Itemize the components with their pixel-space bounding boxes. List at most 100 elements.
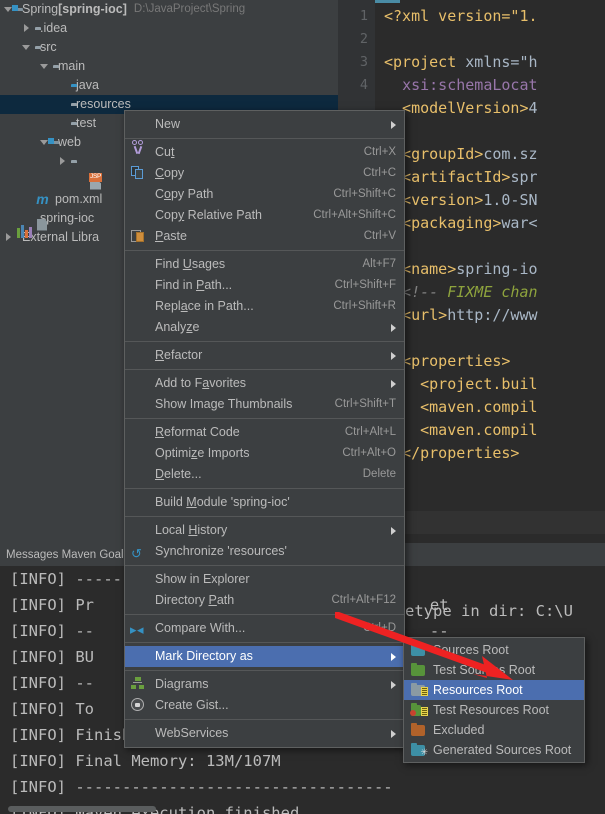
- menu-item-label: Show Image Thumbnails: [155, 397, 293, 411]
- menu-item-directory-path[interactable]: Directory Path Ctrl+Alt+F12: [125, 590, 404, 611]
- menu-item-label: Replace in Path...: [155, 299, 254, 313]
- expand-arrow-icon[interactable]: [4, 232, 15, 243]
- submenu-item-label: Resources Root: [433, 683, 523, 697]
- tree-item-label: .idea: [40, 21, 68, 35]
- tree-row[interactable]: java: [0, 76, 338, 95]
- menu-item-replace-in-path[interactable]: Replace in Path... Ctrl+Shift+R: [125, 296, 404, 317]
- menu-item-no-icon: [131, 278, 151, 294]
- resources-root-icon: [410, 683, 428, 697]
- mark-directory-as-submenu[interactable]: Sources Root Test Sources Root Resources R…: [403, 637, 585, 763]
- submenu-item-test-resources-root[interactable]: Test Resources Root: [404, 700, 584, 720]
- cut-icon: [131, 139, 151, 161]
- submenu-item-label: Test Resources Root: [433, 703, 550, 717]
- menu-item-no-icon: [131, 397, 151, 413]
- tree-item-label: java: [76, 78, 99, 92]
- code-token: <maven.compil: [384, 421, 538, 439]
- code-token: com.sz: [483, 145, 538, 163]
- expand-arrow-icon[interactable]: [22, 23, 33, 34]
- collapse-arrow-icon[interactable]: [40, 61, 51, 72]
- menu-item-build-module[interactable]: Build Module 'spring-ioc': [125, 492, 404, 513]
- code-line: <version>1.0-SN: [375, 189, 605, 212]
- tree-row[interactable]: src: [0, 38, 338, 57]
- code-line: <groupId>com.sz: [375, 143, 605, 166]
- menu-item-no-icon: [131, 649, 151, 665]
- menu-item-copy[interactable]: Copy Ctrl+C: [125, 163, 404, 184]
- menu-item-cut[interactable]: Cut Ctrl+X: [125, 139, 404, 163]
- menu-item-label: Copy Relative Path: [155, 208, 263, 222]
- menu-item-mark-directory-as[interactable]: Mark Directory as: [125, 646, 404, 667]
- menu-item-compare-with[interactable]: Compare With... Ctrl+D: [125, 618, 404, 639]
- menu-item-refactor[interactable]: Refactor: [125, 345, 404, 366]
- menu-item-add-to-favorites[interactable]: Add to Favorites: [125, 373, 404, 394]
- submenu-item-resources-root[interactable]: Resources Root: [404, 680, 584, 700]
- menu-item-label: Paste: [155, 229, 187, 243]
- menu-item-label: New: [155, 117, 181, 131]
- context-menu[interactable]: New Cut Ctrl+X Copy Ctrl+C Copy Path Ctrl+Shif…: [124, 110, 405, 748]
- expand-arrow-icon[interactable]: [58, 156, 69, 167]
- menu-item-shortcut: Delete: [362, 468, 396, 480]
- menu-item-optimize-imports[interactable]: Optimize Imports Ctrl+Alt+O: [125, 443, 404, 464]
- code-token: xmlns="h: [465, 53, 538, 71]
- editor-code-area[interactable]: <?xml version="1. <project xmlns="h xsi:…: [375, 0, 605, 543]
- submenu-item-sources-root[interactable]: Sources Root: [404, 640, 584, 660]
- menu-item-no-icon: [131, 117, 151, 133]
- code-line: </properties>: [375, 442, 605, 465]
- menu-item-paste[interactable]: Paste Ctrl+V: [125, 226, 404, 247]
- menu-item-webservices[interactable]: WebServices: [125, 723, 404, 744]
- menu-item-no-icon: [131, 572, 151, 588]
- menu-item-label: Synchronize 'resources': [155, 544, 287, 558]
- menu-item-label: Cut: [155, 145, 175, 159]
- messages-tab-label[interactable]: Messages Maven Goal: [6, 549, 124, 561]
- menu-item-local-history[interactable]: Local History: [125, 520, 404, 541]
- menu-item-no-icon: [131, 726, 151, 742]
- submenu-item-generated-sources-root[interactable]: ✳ Generated Sources Root: [404, 740, 584, 760]
- menu-separator: [125, 488, 404, 489]
- menu-item-no-icon: [131, 593, 151, 609]
- menu-item-show-image-thumbnails[interactable]: Show Image Thumbnails Ctrl+Shift+T: [125, 394, 404, 415]
- tree-item-label: Spring: [22, 2, 59, 16]
- tree-item-label: spring-ioc: [40, 211, 95, 225]
- tree-row[interactable]: .idea: [0, 19, 338, 38]
- line-number: 2: [359, 31, 368, 47]
- code-token: 4: [528, 99, 538, 117]
- menu-item-copy-relative-path[interactable]: Copy Relative Path Ctrl+Alt+Shift+C: [125, 205, 404, 226]
- diagrams-icon: [131, 676, 151, 693]
- submenu-arrow-icon: [391, 652, 396, 661]
- menu-separator: [125, 614, 404, 615]
- menu-item-shortcut: Ctrl+Alt+Shift+C: [313, 209, 396, 221]
- console-horizontal-scrollbar[interactable]: [8, 806, 156, 812]
- menu-item-shortcut: Ctrl+Shift+T: [334, 398, 396, 410]
- menu-item-copy-path[interactable]: Copy Path Ctrl+Shift+C: [125, 184, 404, 205]
- menu-item-create-gist[interactable]: Create Gist...: [125, 695, 404, 716]
- menu-item-analyze[interactable]: Analyze: [125, 317, 404, 338]
- menu-item-find-usages[interactable]: Find Usages Alt+F7: [125, 254, 404, 275]
- menu-item-find-in-path[interactable]: Find in Path... Ctrl+Shift+F: [125, 275, 404, 296]
- menu-item-synchronize-resources[interactable]: ↺ Synchronize 'resources': [125, 541, 404, 562]
- menu-item-label: Create Gist...: [155, 698, 229, 712]
- menu-item-shortcut: Alt+F7: [362, 258, 396, 270]
- submenu-item-excluded[interactable]: Excluded: [404, 720, 584, 740]
- tree-row[interactable]: main: [0, 57, 338, 76]
- menu-item-show-in-explorer[interactable]: Show in Explorer: [125, 569, 404, 590]
- submenu-item-label: Generated Sources Root: [433, 743, 572, 757]
- menu-item-diagrams[interactable]: Diagrams: [125, 674, 404, 695]
- tree-row[interactable]: Spring [spring-ioc] D:\JavaProject\Spring: [0, 0, 338, 19]
- menu-item-reformat-code[interactable]: Reformat Code Ctrl+Alt+L: [125, 422, 404, 443]
- menu-separator: [125, 670, 404, 671]
- line-number: 3: [359, 54, 368, 70]
- menu-item-no-icon: [131, 320, 151, 336]
- menu-item-new[interactable]: New: [125, 114, 404, 135]
- menu-separator: [125, 516, 404, 517]
- collapse-arrow-icon[interactable]: [22, 42, 33, 53]
- code-token: war<: [501, 214, 538, 232]
- menu-item-delete[interactable]: Delete... Delete: [125, 464, 404, 485]
- tree-item-label: web: [58, 135, 81, 149]
- excluded-icon: [410, 723, 428, 737]
- tree-item-path: D:\JavaProject\Spring: [133, 3, 246, 15]
- sources-root-icon: [410, 643, 428, 657]
- submenu-item-test-sources-root[interactable]: Test Sources Root: [404, 660, 584, 680]
